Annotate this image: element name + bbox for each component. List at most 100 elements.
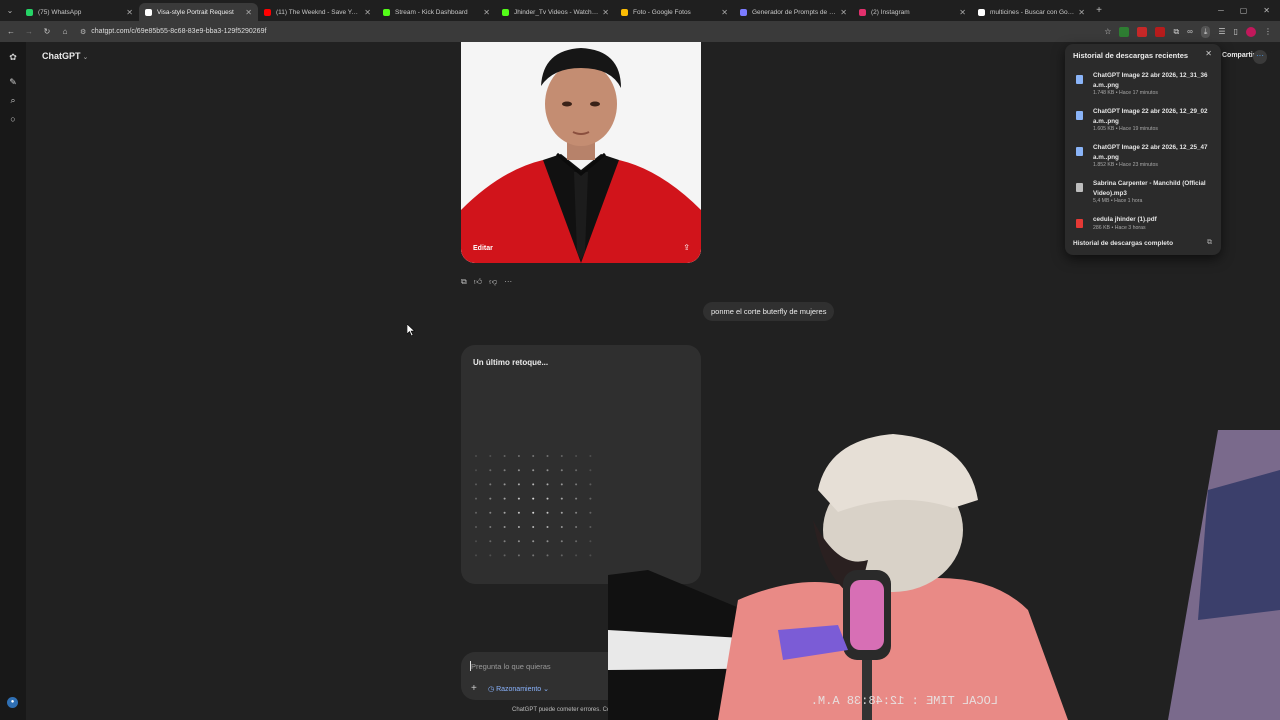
generation-status: Un último retoque...: [473, 358, 549, 367]
download-file-name[interactable]: cedula jhinder (1).pdf: [1093, 215, 1213, 225]
tab-favicon-icon: [383, 8, 390, 16]
model-selector[interactable]: ChatGPT ⌄: [42, 51, 88, 61]
copy-icon[interactable]: ⧉: [461, 277, 467, 287]
close-tab-icon[interactable]: ✕: [126, 8, 133, 17]
loading-dot: [560, 540, 563, 543]
loading-dot: [475, 497, 477, 500]
full-download-history-link[interactable]: Historial de descargas completo: [1073, 240, 1173, 247]
tab-title[interactable]: Foto - Google Fotos: [633, 9, 717, 16]
thumbs-up-icon[interactable]: 👍︎: [474, 277, 482, 287]
image-file-icon: [1076, 111, 1083, 120]
browser-tab[interactable]: Visa-style Portrait Request ✕: [139, 3, 258, 21]
url-text[interactable]: chatgpt.com/c/69e85b55-8c68-83e9-bba3-12…: [91, 28, 266, 35]
site-info-icon[interactable]: ⚙: [80, 28, 86, 36]
thumbs-down-icon[interactable]: 👎︎: [489, 277, 497, 287]
downloads-icon[interactable]: ⤓: [1200, 25, 1211, 38]
browser-tab[interactable]: (11) The Weeknd - Save Yo... ✕: [258, 3, 377, 21]
download-item[interactable]: ChatGPT Image 22 abr 2026, 12_31_36 a.m.…: [1073, 71, 1215, 103]
download-file-name[interactable]: ChatGPT Image 22 abr 2026, 12_29_02 a.m.…: [1093, 107, 1213, 126]
tab-title[interactable]: (2) Instagram: [871, 9, 955, 16]
download-item[interactable]: Sabrina Carpenter - Manchild (Official V…: [1073, 179, 1215, 211]
browser-tab[interactable]: (75) WhatsApp ✕: [20, 3, 139, 21]
link-icon[interactable]: ∞: [1187, 27, 1193, 36]
reasoning-mode-button[interactable]: ◷ Razonamiento ⌄: [488, 685, 549, 693]
generated-image[interactable]: Editar ⇪: [461, 42, 701, 263]
close-tab-icon[interactable]: ✕: [602, 8, 609, 17]
share-button[interactable]: Compartir: [1222, 52, 1255, 59]
open-external-icon[interactable]: ⧉: [1207, 239, 1212, 247]
prompt-composer[interactable]: Pregunta lo que quieras + ◷ Razonamiento…: [461, 652, 611, 700]
more-options-icon[interactable]: ···: [1253, 50, 1267, 64]
close-tab-icon[interactable]: ✕: [483, 8, 490, 17]
sidepanel-icon[interactable]: ▯: [1234, 27, 1238, 36]
loading-dot: [489, 469, 492, 472]
forward-icon[interactable]: →: [20, 27, 38, 36]
download-file-name[interactable]: ChatGPT Image 22 abr 2026, 12_25_47 a.m.…: [1093, 143, 1213, 162]
close-tab-icon[interactable]: ✕: [959, 8, 966, 17]
address-bar[interactable]: ⚙ chatgpt.com/c/69e85b55-8c68-83e9-bba3-…: [80, 28, 266, 36]
new-tab-button[interactable]: +: [1091, 5, 1107, 16]
loading-dot-grid: [475, 455, 592, 557]
chats-icon[interactable]: ○: [7, 113, 19, 125]
download-file-name[interactable]: Sabrina Carpenter - Manchild (Official V…: [1093, 179, 1213, 198]
loading-dot: [589, 497, 592, 500]
tab-title[interactable]: (75) WhatsApp: [38, 9, 122, 16]
tab-favicon-icon: [978, 8, 985, 16]
browser-tab[interactable]: Jhinder_Tv Videos - Watch On ... ✕: [496, 3, 615, 21]
browser-tab[interactable]: multicines - Buscar con Google ✕: [972, 3, 1091, 21]
close-tab-icon[interactable]: ✕: [840, 8, 847, 17]
openai-logo-icon[interactable]: ✿: [7, 51, 19, 63]
loading-dot: [560, 469, 563, 472]
close-window-icon[interactable]: ✕: [1263, 6, 1270, 15]
close-tab-icon[interactable]: ✕: [245, 8, 252, 17]
browser-tab[interactable]: (2) Instagram ✕: [853, 3, 972, 21]
new-chat-icon[interactable]: ✎: [7, 76, 19, 88]
extensions-puzzle-icon[interactable]: ⧉: [1173, 27, 1179, 37]
browser-tab[interactable]: Stream - Kick Dashboard ✕: [377, 3, 496, 21]
download-file-meta: 1.605 KB • Hace 19 minutos: [1093, 126, 1158, 132]
close-tab-icon[interactable]: ✕: [721, 8, 728, 17]
profile-avatar-icon[interactable]: [1246, 26, 1256, 37]
tab-search-icon[interactable]: ⌄: [0, 0, 20, 21]
reload-icon[interactable]: ↻: [38, 27, 56, 36]
bookmark-star-icon[interactable]: ☆: [1104, 27, 1111, 36]
reading-list-icon[interactable]: ☰: [1218, 27, 1225, 36]
loading-dot: [489, 483, 492, 486]
edit-image-button[interactable]: Editar: [473, 245, 493, 252]
home-icon[interactable]: ⌂: [56, 27, 74, 36]
toolbar-actions: ☆ ⧉ ∞ ⤓ ☰ ▯ ⋮: [1104, 21, 1272, 42]
tab-title[interactable]: (11) The Weeknd - Save Yo...: [276, 9, 360, 16]
tab-title[interactable]: multicines - Buscar con Google: [990, 9, 1074, 16]
user-avatar[interactable]: ●: [7, 697, 18, 708]
tab-title[interactable]: Stream - Kick Dashboard: [395, 9, 479, 16]
search-icon[interactable]: ⌕: [7, 94, 19, 106]
browser-menu-icon[interactable]: ⋮: [1264, 27, 1272, 36]
more-actions-icon[interactable]: ···: [504, 277, 512, 287]
tab-title[interactable]: Generador de Prompts de IA - ...: [752, 9, 836, 16]
loading-dot: [517, 483, 520, 486]
minimize-icon[interactable]: ─: [1218, 6, 1224, 15]
tab-title[interactable]: Jhinder_Tv Videos - Watch On ...: [514, 9, 598, 16]
maximize-icon[interactable]: ▢: [1240, 6, 1248, 15]
loading-dot: [575, 540, 578, 543]
browser-tab[interactable]: Foto - Google Fotos ✕: [615, 3, 734, 21]
add-attachment-icon[interactable]: +: [471, 683, 477, 694]
tab-title[interactable]: Visa-style Portrait Request: [157, 9, 241, 16]
share-image-icon[interactable]: ⇪: [683, 243, 690, 252]
browser-tab[interactable]: Generador de Prompts de IA - ... ✕: [734, 3, 853, 21]
extension-red-icon[interactable]: [1155, 26, 1166, 37]
download-item[interactable]: ChatGPT Image 22 abr 2026, 12_29_02 a.m.…: [1073, 107, 1215, 139]
brand-label: ChatGPT: [42, 51, 81, 61]
close-tab-icon[interactable]: ✕: [1078, 8, 1085, 17]
loading-dot: [517, 455, 520, 457]
extension-shield-icon[interactable]: [1119, 26, 1130, 37]
prompt-input[interactable]: Pregunta lo que quieras: [471, 662, 551, 671]
back-icon[interactable]: ←: [2, 27, 20, 36]
download-item[interactable]: ChatGPT Image 22 abr 2026, 12_25_47 a.m.…: [1073, 143, 1215, 175]
download-file-name[interactable]: ChatGPT Image 22 abr 2026, 12_31_36 a.m.…: [1093, 71, 1213, 90]
loading-dot: [589, 540, 592, 543]
close-icon[interactable]: ✕: [1205, 49, 1212, 58]
extension-abp-icon[interactable]: [1137, 26, 1148, 37]
loading-dot: [503, 455, 506, 457]
close-tab-icon[interactable]: ✕: [364, 8, 371, 17]
